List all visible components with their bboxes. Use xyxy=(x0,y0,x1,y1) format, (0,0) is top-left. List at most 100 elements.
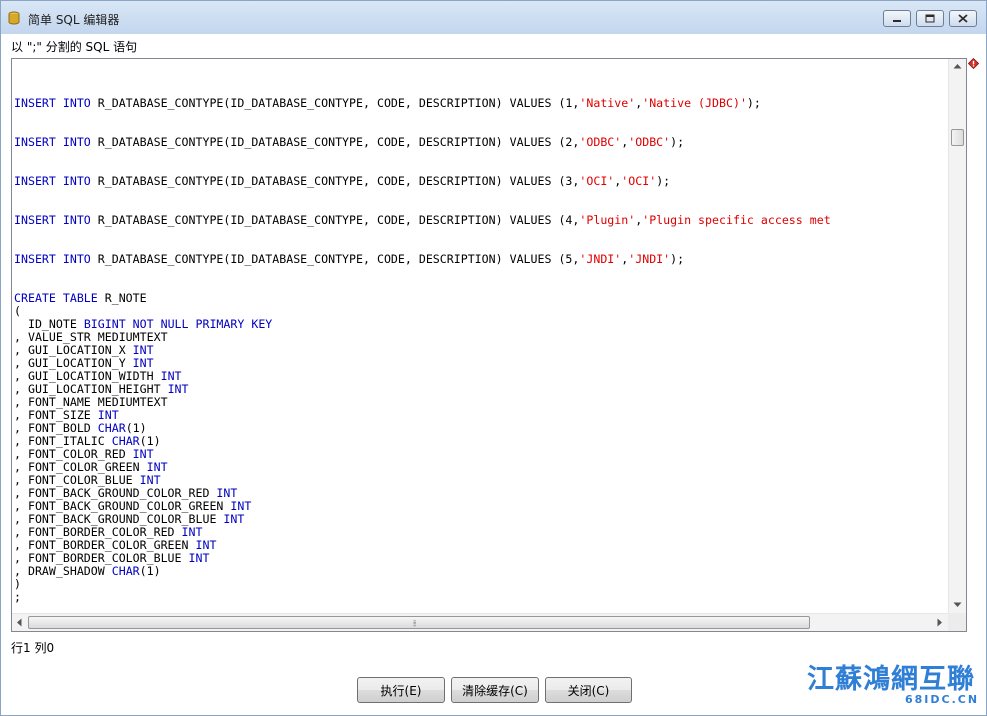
sql-string: 'JNDI' xyxy=(628,252,671,266)
sql-text: ; xyxy=(14,590,21,604)
sql-keyword: INT xyxy=(146,460,168,474)
sql-text: ); xyxy=(656,174,671,188)
scroll-down-icon[interactable] xyxy=(953,602,962,608)
title-bar[interactable]: 简单 SQL 编辑器 xyxy=(1,1,986,34)
code-line[interactable]: INSERT INTO R_DATABASE_CONTYPE(ID_DATABA… xyxy=(14,175,831,188)
code-line[interactable]: ; xyxy=(14,591,831,604)
sql-keyword: INT xyxy=(139,473,161,487)
sql-text: (1) xyxy=(125,421,147,435)
clear-cache-button[interactable]: 清除缓存(C) xyxy=(451,677,539,703)
minimize-button[interactable] xyxy=(883,10,911,27)
horizontal-scrollbar[interactable]: ⦙⦙⦙ xyxy=(12,613,948,631)
sql-string: 'Plugin specific access met xyxy=(642,213,831,227)
sql-text: ( xyxy=(14,304,21,318)
sql-text: (1) xyxy=(139,434,161,448)
sql-editor-window: 简单 SQL 编辑器 以 ";" 分割的 SQL 语句 INSERT INTO … xyxy=(0,0,987,716)
scroll-left-icon[interactable] xyxy=(16,618,22,627)
watermark-text: 江蘇鴻網互聯 xyxy=(807,664,975,695)
close-window-button[interactable] xyxy=(949,10,977,27)
sql-keyword: INSERT INTO xyxy=(14,96,91,110)
grip-icon: ⦙⦙⦙ xyxy=(413,619,417,628)
sql-text: ) xyxy=(14,577,21,591)
sql-text: ); xyxy=(670,252,685,266)
window-title: 简单 SQL 编辑器 xyxy=(28,13,120,27)
code-line[interactable]: INSERT INTO R_DATABASE_CONTYPE(ID_DATABA… xyxy=(14,136,831,149)
sql-keyword: INT xyxy=(132,356,154,370)
sql-text: , FONT_COLOR_BLUE xyxy=(14,473,140,487)
sql-keyword: INT xyxy=(160,369,182,383)
sql-editor[interactable]: INSERT INTO R_DATABASE_CONTYPE(ID_DATABA… xyxy=(11,58,967,632)
sql-keyword: INT xyxy=(132,343,154,357)
code-line[interactable]: INSERT INTO R_DATABASE_CONTYPE(ID_DATABA… xyxy=(14,214,831,227)
sql-text: ); xyxy=(670,135,685,149)
sql-text: (1) xyxy=(139,564,161,578)
sql-keyword: INT xyxy=(195,538,217,552)
code-line[interactable]: CREATE TABLE R_NOTE xyxy=(14,292,831,305)
sql-text-area[interactable]: INSERT INTO R_DATABASE_CONTYPE(ID_DATABA… xyxy=(12,59,948,613)
scroll-right-icon[interactable] xyxy=(937,618,943,627)
sql-keyword: BIGINT NOT NULL PRIMARY KEY xyxy=(83,317,273,331)
code-line[interactable]: , DRAW_SHADOW CHAR(1) xyxy=(14,565,831,578)
sql-keyword: INT xyxy=(132,447,154,461)
sql-text: R_DATABASE_CONTYPE(ID_DATABASE_CONTYPE, … xyxy=(90,96,580,110)
sql-text: , FONT_ITALIC xyxy=(14,434,112,448)
sql-keyword: INT xyxy=(216,486,238,500)
sql-keyword: INSERT INTO xyxy=(14,213,91,227)
execute-button[interactable]: 执行(E) xyxy=(357,677,445,703)
vertical-scrollbar[interactable] xyxy=(948,59,966,613)
sql-keyword: INT xyxy=(167,382,189,396)
scroll-up-icon[interactable] xyxy=(953,63,962,69)
maximize-button[interactable] xyxy=(916,10,944,27)
sql-text: ); xyxy=(746,96,761,110)
sql-text: R_DATABASE_CONTYPE(ID_DATABASE_CONTYPE, … xyxy=(90,135,580,149)
close-button[interactable]: 关闭(C) xyxy=(545,677,632,703)
sql-code[interactable]: INSERT INTO R_DATABASE_CONTYPE(ID_DATABA… xyxy=(14,71,831,613)
code-line[interactable]: ) xyxy=(14,578,831,591)
sql-string: 'OCI' xyxy=(579,174,615,188)
code-line[interactable]: INSERT INTO R_DATABASE_CONTYPE(ID_DATABA… xyxy=(14,253,831,266)
code-line[interactable]: INSERT INTO R_DATABASE_CONTYPE(ID_DATABA… xyxy=(14,97,831,110)
sql-keyword: INT xyxy=(188,551,210,565)
sql-keyword: CREATE TABLE xyxy=(14,291,98,305)
sql-keyword: INSERT INTO xyxy=(14,135,91,149)
sql-keyword: CHAR xyxy=(97,421,126,435)
sql-string: 'ODBC' xyxy=(579,135,622,149)
code-line[interactable]: , FONT_NAME MEDIUMTEXT xyxy=(14,396,831,409)
sql-text: , FONT_COLOR_RED xyxy=(14,447,133,461)
sql-hint-label: 以 ";" 分割的 SQL 语句 xyxy=(11,40,138,54)
restore-icon xyxy=(925,14,935,23)
sql-text: R_DATABASE_CONTYPE(ID_DATABASE_CONTYPE, … xyxy=(90,174,580,188)
sql-keyword: INT xyxy=(223,512,245,526)
sql-string: 'OCI' xyxy=(621,174,657,188)
horizontal-scroll-thumb[interactable]: ⦙⦙⦙ xyxy=(28,616,810,629)
sql-text: , DRAW_SHADOW xyxy=(14,564,112,578)
scrollbar-corner xyxy=(948,613,966,631)
sql-text: , FONT_BORDER_COLOR_RED xyxy=(14,525,182,539)
sql-string: 'JNDI' xyxy=(579,252,622,266)
sql-string: 'Plugin' xyxy=(579,213,636,227)
sql-string: 'ODBC' xyxy=(628,135,671,149)
sql-text: , FONT_SIZE xyxy=(14,408,98,422)
sql-text: , FONT_BACK_GROUND_COLOR_GREEN xyxy=(14,499,231,513)
sql-keyword: INT xyxy=(181,525,203,539)
sql-text: , GUI_LOCATION_WIDTH xyxy=(14,369,161,383)
sql-keyword: INSERT INTO xyxy=(14,174,91,188)
sql-keyword: CHAR xyxy=(111,564,140,578)
sql-text: , FONT_BORDER_COLOR_BLUE xyxy=(14,551,189,565)
sql-keyword: INT xyxy=(97,408,119,422)
sql-text: R_DATABASE_CONTYPE(ID_DATABASE_CONTYPE, … xyxy=(90,213,580,227)
sql-keyword: INT xyxy=(230,499,252,513)
database-icon xyxy=(8,11,20,25)
sql-keyword: INSERT INTO xyxy=(14,252,91,266)
sql-string: 'Native' xyxy=(579,96,636,110)
sql-text: R_NOTE xyxy=(97,291,147,305)
sql-text: R_DATABASE_CONTYPE(ID_DATABASE_CONTYPE, … xyxy=(90,252,580,266)
vertical-scroll-thumb[interactable] xyxy=(951,129,964,146)
watermark-subtext: 68IDC.CN xyxy=(905,693,980,706)
warning-icon[interactable] xyxy=(968,58,979,69)
